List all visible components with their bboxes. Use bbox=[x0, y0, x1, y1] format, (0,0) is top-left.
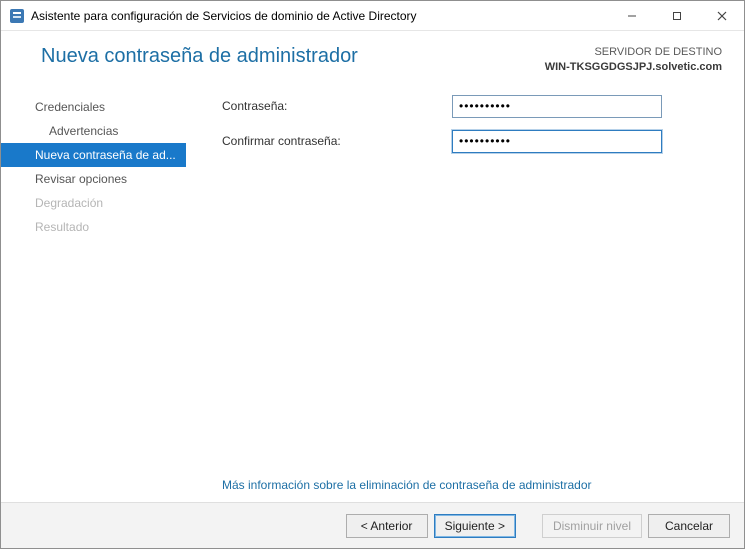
confirm-label: Confirmar contraseña: bbox=[222, 134, 452, 148]
step-degradacion: Degradación bbox=[1, 191, 186, 215]
step-resultado: Resultado bbox=[1, 215, 186, 239]
window-title: Asistente para configuración de Servicio… bbox=[31, 9, 417, 23]
app-icon bbox=[9, 8, 25, 24]
minimize-button[interactable] bbox=[609, 1, 654, 31]
titlebar: Asistente para configuración de Servicio… bbox=[1, 1, 744, 31]
row-password: Contraseña: bbox=[222, 95, 714, 118]
step-revisar-opciones[interactable]: Revisar opciones bbox=[1, 167, 186, 191]
maximize-button[interactable] bbox=[654, 1, 699, 31]
target-server-block: SERVIDOR DE DESTINO WIN-TKSGGDGSJPJ.solv… bbox=[545, 45, 722, 75]
cancel-button[interactable]: Cancelar bbox=[648, 514, 730, 538]
page-header: Nueva contraseña de administrador SERVID… bbox=[1, 31, 744, 85]
body: Credenciales Advertencias Nueva contrase… bbox=[1, 85, 744, 502]
step-nueva-contrasena[interactable]: Nueva contraseña de ad... bbox=[1, 143, 186, 167]
password-label: Contraseña: bbox=[222, 99, 452, 113]
previous-button[interactable]: < Anterior bbox=[346, 514, 428, 538]
row-confirm: Confirmar contraseña: bbox=[222, 130, 714, 153]
confirm-password-input[interactable] bbox=[452, 130, 662, 153]
next-button[interactable]: Siguiente > bbox=[434, 514, 516, 538]
close-button[interactable] bbox=[699, 1, 744, 31]
steps-sidebar: Credenciales Advertencias Nueva contrase… bbox=[1, 91, 186, 502]
wizard-window: Asistente para configuración de Servicio… bbox=[0, 0, 745, 549]
page-title: Nueva contraseña de administrador bbox=[41, 45, 545, 68]
footer: < Anterior Siguiente > Disminuir nivel C… bbox=[1, 502, 744, 548]
step-credenciales[interactable]: Credenciales bbox=[1, 95, 186, 119]
demote-button: Disminuir nivel bbox=[542, 514, 642, 538]
content-pane: Contraseña: Confirmar contraseña: Más in… bbox=[186, 91, 744, 502]
target-host: WIN-TKSGGDGSJPJ.solvetic.com bbox=[545, 60, 722, 75]
step-advertencias[interactable]: Advertencias bbox=[1, 119, 186, 143]
target-label: SERVIDOR DE DESTINO bbox=[545, 45, 722, 60]
password-input[interactable] bbox=[452, 95, 662, 118]
more-info-link[interactable]: Más información sobre la eliminación de … bbox=[222, 478, 592, 492]
